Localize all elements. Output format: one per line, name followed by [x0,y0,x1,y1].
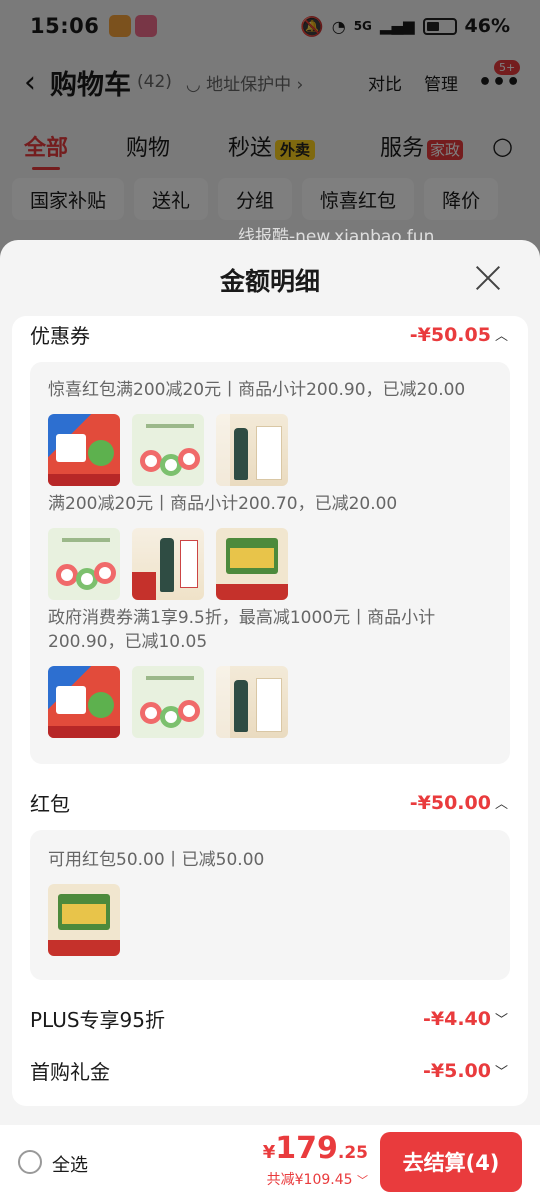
product-thumb[interactable] [132,414,204,486]
first-gift-label: 首购礼金 [30,1060,110,1084]
close-icon[interactable] [474,264,502,292]
chevron-down-icon: ﹀ [494,1013,508,1028]
product-thumb[interactable] [216,666,288,738]
product-thumb[interactable] [132,666,204,738]
product-thumb[interactable] [48,884,120,956]
amount-detail-sheet: 金额明细 优惠券 -¥50.05 ︿ 惊喜红包满200减20元丨商品小计200.… [0,240,540,1125]
coupon-row[interactable]: 优惠券 -¥50.05 ︿ [30,320,508,349]
product-thumb[interactable] [216,528,288,600]
product-thumb[interactable] [48,666,120,738]
coupon-group-desc: 惊喜红包满200减20元丨商品小计200.90，已减20.00 [48,380,466,400]
coupon-group-desc: 政府消费券满1享9.5折，最高减1000元丨商品小计200.90，已减10.05 [48,608,436,652]
checkout-button[interactable]: 去结算(4) [380,1132,522,1192]
detail-card: 优惠券 -¥50.05 ︿ 惊喜红包满200减20元丨商品小计200.90，已减… [12,316,528,1106]
red-packet-desc: 可用红包50.00丨已减50.00 [48,850,265,870]
chevron-down-icon: ﹀ [494,1065,508,1080]
chevron-up-icon: ︿ [494,329,508,344]
checkout-bar: 全选 ¥179.25 共减¥109.45 ﹀ 去结算(4) [0,1125,540,1200]
sheet-title: 金额明细 [219,267,320,296]
coupon-detail-box: 惊喜红包满200减20元丨商品小计200.90，已减20.00 满200减20元… [30,362,510,764]
first-gift-row[interactable]: 首购礼金 -¥5.00 ﹀ [30,1056,508,1085]
total-price: ¥179.25 [262,1131,368,1166]
chevron-down-icon: ﹀ [357,1174,368,1187]
plus-amount: -¥4.40 [423,1007,491,1030]
select-all-label[interactable]: 全选 [52,1151,88,1177]
red-packet-amount: -¥50.00 [409,791,491,814]
coupon-group-desc: 满200减20元丨商品小计200.70，已减20.00 [48,494,398,514]
red-packet-label: 红包 [30,792,70,816]
coupon-amount: -¥50.05 [409,323,491,346]
plus-discount-row[interactable]: PLUS专享95折 -¥4.40 ﹀ [30,1004,508,1033]
red-packet-row[interactable]: 红包 -¥50.00 ︿ [30,788,508,817]
red-packet-thumbs [48,884,120,956]
coupon-group-thumbs [48,414,288,486]
product-thumb[interactable] [48,528,120,600]
coupon-group-thumbs [48,666,288,738]
product-thumb[interactable] [48,414,120,486]
product-thumb[interactable] [216,414,288,486]
plus-label: PLUS专享95折 [30,1008,165,1032]
coupon-group-thumbs [48,528,288,600]
select-all-radio[interactable] [18,1150,42,1174]
total-saved[interactable]: 共减¥109.45 ﹀ [267,1169,368,1189]
chevron-up-icon: ︿ [494,797,508,812]
red-packet-detail-box: 可用红包50.00丨已减50.00 [30,830,510,980]
product-thumb[interactable] [132,528,204,600]
coupon-label: 优惠券 [30,324,90,348]
first-gift-amount: -¥5.00 [423,1059,491,1082]
